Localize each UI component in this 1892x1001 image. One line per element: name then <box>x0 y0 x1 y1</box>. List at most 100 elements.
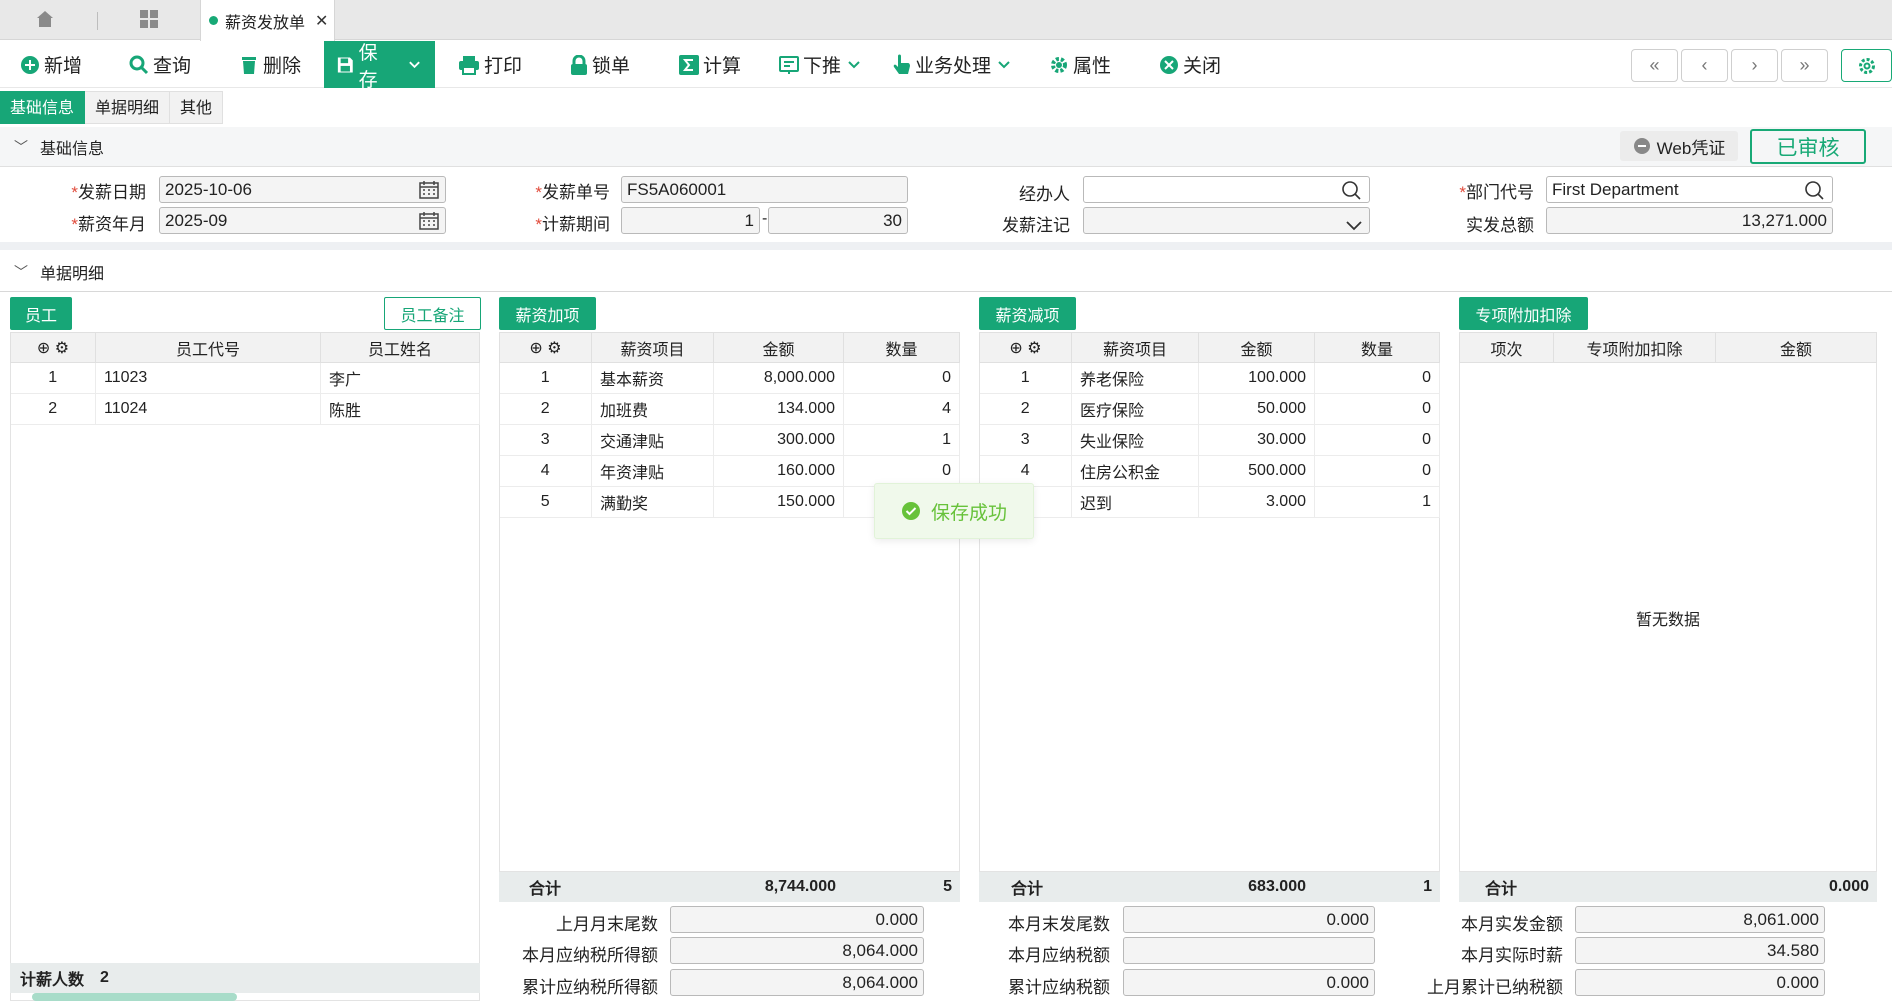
table-row[interactable]: 迟到 3.000 1 <box>979 486 1440 518</box>
table-row[interactable]: 2 11024 陈胜 <box>10 393 480 425</box>
item-qty[interactable]: 0 <box>843 362 960 394</box>
item-amount[interactable]: 134.000 <box>713 393 844 425</box>
table-row[interactable]: 2 加班费 134.000 4 <box>499 393 960 425</box>
item-amount[interactable]: 160.000 <box>713 455 844 487</box>
col-seq[interactable]: 项次 <box>1459 332 1554 363</box>
properties-button[interactable]: 属性 <box>1049 41 1111 88</box>
item-name[interactable]: 迟到 <box>1071 486 1199 518</box>
last-record-button[interactable]: » <box>1781 49 1828 82</box>
col-special[interactable]: 专项附加扣除 <box>1553 332 1716 363</box>
item-qty[interactable]: 0 <box>1314 393 1440 425</box>
period-from-field[interactable]: 1 <box>621 207 760 234</box>
col-qty[interactable]: 数量 <box>1314 332 1440 363</box>
save-button[interactable]: 保存 <box>324 41 435 91</box>
item-qty[interactable]: 0 <box>843 455 960 487</box>
table-row[interactable]: 1 基本薪资 8,000.000 0 <box>499 362 960 394</box>
table-row[interactable]: 4 年资津贴 160.000 0 <box>499 455 960 487</box>
row-index[interactable]: 1 <box>499 362 592 394</box>
item-name[interactable]: 满勤奖 <box>591 486 714 518</box>
col-item[interactable]: 薪资项目 <box>591 332 714 363</box>
print-button[interactable]: 打印 <box>458 41 522 88</box>
horizontal-scrollbar[interactable] <box>32 993 237 1001</box>
row-index[interactable]: 2 <box>499 393 592 425</box>
col-employee-name[interactable]: 员工姓名 <box>320 332 480 363</box>
next-record-button[interactable]: › <box>1731 49 1778 82</box>
calendar-icon[interactable] <box>419 180 439 202</box>
col-qty[interactable]: 数量 <box>843 332 960 363</box>
tab-salary-payment[interactable]: 薪资发放单 ✕ <box>200 0 335 41</box>
table-row[interactable]: 1 养老保险 100.000 0 <box>979 362 1440 394</box>
row-index[interactable]: 3 <box>979 424 1072 456</box>
detail-header[interactable]: ﹀ 单据明细 <box>0 252 1892 292</box>
plus-circle-icon[interactable]: ⊕ <box>37 340 50 357</box>
item-qty[interactable]: 0 <box>1314 455 1440 487</box>
gear-icon[interactable]: ⚙ <box>55 340 69 357</box>
plus-circle-icon[interactable]: ⊕ <box>529 340 542 357</box>
employee-button[interactable]: 员工 <box>10 297 72 330</box>
item-amount[interactable]: 100.000 <box>1198 362 1315 394</box>
col-item[interactable]: 薪资项目 <box>1071 332 1199 363</box>
col-employee-id[interactable]: 员工代号 <box>95 332 321 363</box>
note-select[interactable] <box>1083 207 1370 234</box>
item-name[interactable]: 基本薪资 <box>591 362 714 394</box>
push-down-button[interactable]: 下推 <box>779 41 865 88</box>
calendar-icon[interactable] <box>419 211 439 233</box>
dept-field[interactable]: First Department <box>1546 176 1833 203</box>
special-deduction-button[interactable]: 专项附加扣除 <box>1459 297 1588 330</box>
item-name[interactable]: 医疗保险 <box>1071 393 1199 425</box>
item-amount[interactable]: 50.000 <box>1198 393 1315 425</box>
search-icon[interactable] <box>1341 180 1363 202</box>
tab-basic-info[interactable]: 基础信息 <box>0 91 86 124</box>
row-index[interactable]: 4 <box>499 455 592 487</box>
home-icon[interactable] <box>34 8 56 35</box>
item-qty[interactable]: 0 <box>1314 424 1440 456</box>
item-qty[interactable]: 0 <box>1314 362 1440 394</box>
col-amount[interactable]: 金额 <box>1715 332 1877 363</box>
calc-button[interactable]: 计算 <box>679 41 741 88</box>
table-row[interactable]: 3 交通津贴 300.000 1 <box>499 424 960 456</box>
add-button[interactable]: 新增 <box>20 41 82 88</box>
row-index[interactable]: 2 <box>979 393 1072 425</box>
period-to-field[interactable]: 30 <box>768 207 908 234</box>
tab-document-detail[interactable]: 单据明细 <box>85 91 171 124</box>
table-row[interactable]: 3 失业保险 30.000 0 <box>979 424 1440 456</box>
lock-button[interactable]: 锁单 <box>570 41 630 88</box>
item-name[interactable]: 加班费 <box>591 393 714 425</box>
grid-icon[interactable] <box>138 8 160 35</box>
gear-icon[interactable]: ⚙ <box>547 340 561 357</box>
item-qty[interactable]: 1 <box>1314 486 1440 518</box>
item-name[interactable]: 养老保险 <box>1071 362 1199 394</box>
handler-field[interactable] <box>1083 176 1370 203</box>
row-index[interactable]: 5 <box>499 486 592 518</box>
item-name[interactable]: 年资津贴 <box>591 455 714 487</box>
salary-deduct-button[interactable]: 薪资减项 <box>979 297 1076 330</box>
delete-button[interactable]: 删除 <box>239 41 301 88</box>
doc-no-field[interactable]: FS5A060001 <box>621 176 908 203</box>
gear-icon[interactable]: ⚙ <box>1027 340 1041 357</box>
close-button[interactable]: 关闭 <box>1159 41 1221 88</box>
item-qty[interactable]: 4 <box>843 393 960 425</box>
prev-record-button[interactable]: ‹ <box>1681 49 1728 82</box>
query-button[interactable]: 查询 <box>129 41 191 88</box>
item-name[interactable]: 交通津贴 <box>591 424 714 456</box>
item-amount[interactable]: 30.000 <box>1198 424 1315 456</box>
row-index[interactable]: 1 <box>979 362 1072 394</box>
item-amount[interactable]: 300.000 <box>713 424 844 456</box>
pay-date-field[interactable]: 2025-10-06 <box>159 176 446 203</box>
business-button[interactable]: 业务处理 <box>893 41 1015 88</box>
item-amount[interactable]: 3.000 <box>1198 486 1315 518</box>
tab-other[interactable]: 其他 <box>170 91 224 124</box>
employee-note-button[interactable]: 员工备注 <box>384 297 481 330</box>
table-row[interactable]: 1 11023 李广 <box>10 362 480 394</box>
web-voucher-button[interactable]: Web凭证 <box>1620 131 1738 161</box>
item-amount[interactable]: 500.000 <box>1198 455 1315 487</box>
col-amount[interactable]: 金额 <box>1198 332 1315 363</box>
table-row[interactable]: 4 住房公积金 500.000 0 <box>979 455 1440 487</box>
plus-circle-icon[interactable]: ⊕ <box>1009 340 1022 357</box>
item-qty[interactable]: 1 <box>843 424 960 456</box>
row-index[interactable]: 4 <box>979 455 1072 487</box>
item-name[interactable]: 住房公积金 <box>1071 455 1199 487</box>
close-tab-icon[interactable]: ✕ <box>315 11 328 31</box>
salary-month-field[interactable]: 2025-09 <box>159 207 446 234</box>
item-name[interactable]: 失业保险 <box>1071 424 1199 456</box>
